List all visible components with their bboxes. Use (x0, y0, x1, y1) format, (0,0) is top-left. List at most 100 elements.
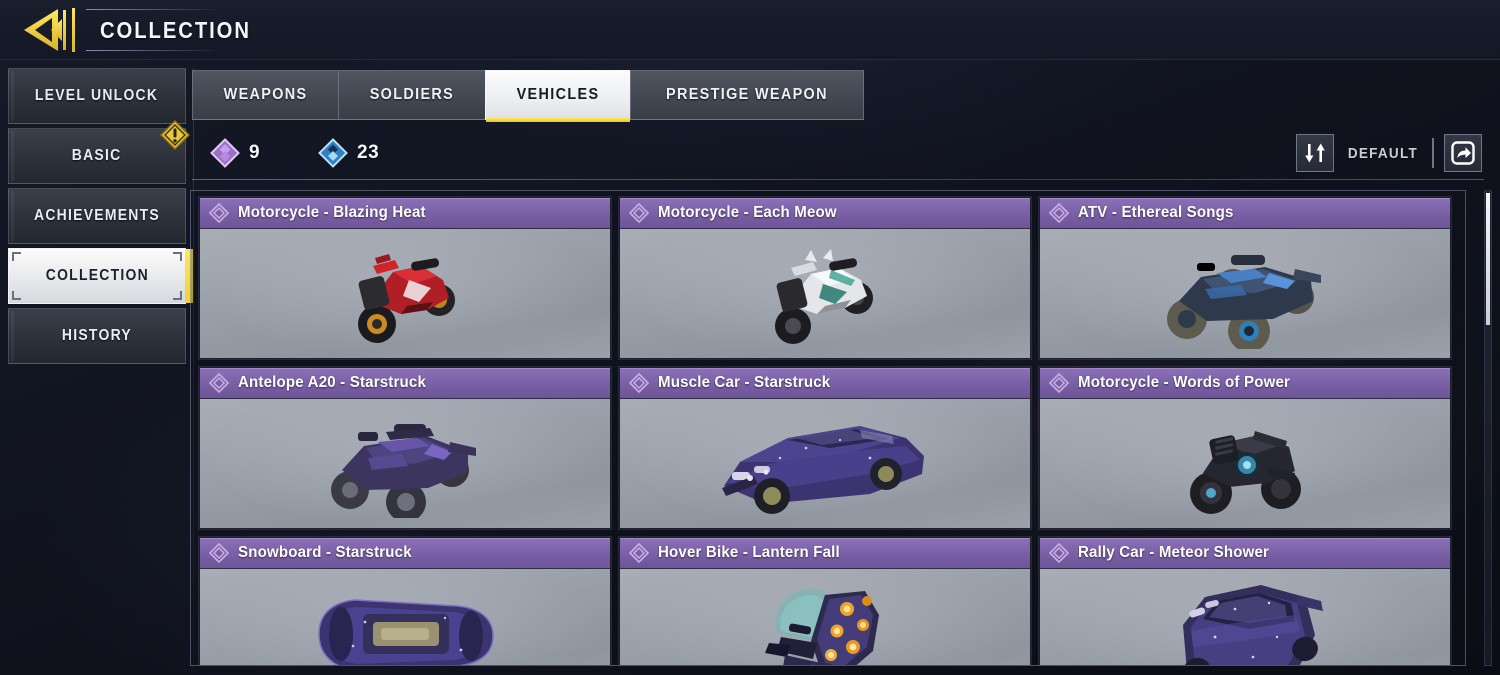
collection-card[interactable]: ATV - Ethereal Songs (1039, 197, 1459, 367)
card-title: Antelope A20 - Starstruck (238, 374, 427, 391)
card-header: Antelope A20 - Starstruck (200, 368, 610, 399)
rarity-diamond-icon (629, 543, 649, 563)
card-preview (200, 569, 610, 665)
sidebar: LEVEL UNLOCK BASIC ACHIEVEMENTS COLLECTI… (8, 68, 194, 668)
sidebar-item-level-unlock[interactable]: LEVEL UNLOCK (8, 68, 186, 124)
card-title: Motorcycle - Words of Power (1078, 374, 1291, 391)
rarity-diamond-icon (209, 203, 229, 223)
corner-bracket (173, 291, 182, 300)
page-title-wrap: COLLECTION (72, 6, 290, 54)
grid-scrollbar-track[interactable] (1484, 190, 1492, 666)
sort-controls: DEFAULT (1296, 134, 1482, 172)
app-header: COLLECTION (0, 0, 1500, 60)
sidebar-item-label: HISTORY (61, 327, 133, 344)
card-preview (620, 229, 1030, 358)
vehicle-render (722, 425, 924, 514)
rarity-diamond-icon (209, 543, 229, 563)
currency-toolbar: 9 23 DEFAULT (192, 128, 1484, 180)
vehicle-render (765, 588, 879, 665)
collection-grid: Motorcycle - Blazing Heat Motorcycle - E… (199, 197, 1459, 665)
card-title: ATV - Ethereal Songs (1078, 204, 1234, 221)
tab-vehicles[interactable]: VEHICLES (484, 70, 631, 122)
sort-arrows-icon (1305, 143, 1325, 163)
collection-card[interactable]: Motorcycle - Blazing Heat (199, 197, 619, 367)
tab-soldiers[interactable]: SOLDIERS (338, 70, 485, 120)
vehicle-render (1167, 254, 1321, 349)
sidebar-item-label: ACHIEVEMENTS (34, 207, 160, 224)
tab-label: VEHICLES (516, 86, 600, 103)
card-preview (1040, 229, 1450, 358)
back-button[interactable] (18, 5, 70, 55)
card-header: Motorcycle - Blazing Heat (200, 198, 610, 229)
card-title: Motorcycle - Blazing Heat (238, 204, 426, 221)
card-preview (200, 399, 610, 528)
card-header: Hover Bike - Lantern Fall (620, 538, 1030, 569)
corner-bracket (12, 252, 21, 261)
collection-grid-panel: Motorcycle - Blazing Heat Motorcycle - E… (190, 190, 1466, 666)
tab-label: SOLDIERS (369, 86, 455, 103)
rarity-diamond-icon (1049, 543, 1069, 563)
corner-bracket (12, 291, 21, 300)
collection-card[interactable]: Rally Car - Meteor Shower (1039, 537, 1459, 665)
sidebar-item-collection[interactable]: COLLECTION (8, 248, 193, 304)
card-preview (1040, 399, 1450, 528)
currency-purple: 9 (210, 138, 260, 168)
card-title: Hover Bike - Lantern Fall (658, 544, 840, 561)
grid-scrollbar-thumb[interactable] (1486, 193, 1490, 325)
vehicle-render (318, 598, 494, 665)
purple-diamond-icon (210, 138, 240, 168)
sort-mode-label[interactable]: DEFAULT (1348, 145, 1418, 162)
blue-diamond-icon (318, 138, 348, 168)
back-arrow-icon (24, 9, 66, 51)
card-header: Snowboard - Starstruck (200, 538, 610, 569)
tab-weapons[interactable]: WEAPONS (192, 70, 339, 120)
collection-card[interactable]: Motorcycle - Words of Power (1039, 367, 1459, 537)
card-preview (200, 229, 610, 358)
rarity-diamond-icon (1049, 373, 1069, 393)
sort-button[interactable] (1296, 134, 1335, 172)
tab-prestige-weapon[interactable]: PRESTIGE WEAPON (629, 70, 864, 120)
sidebar-item-label: COLLECTION (45, 267, 149, 284)
card-title: Muscle Car - Starstruck (658, 374, 831, 391)
rarity-diamond-icon (1049, 203, 1069, 223)
card-preview (1040, 569, 1450, 665)
rarity-diamond-icon (629, 203, 649, 223)
vehicle-render (358, 253, 455, 343)
vehicle-render (1183, 584, 1323, 665)
corner-bracket (173, 252, 182, 261)
currency-blue-value: 23 (357, 142, 380, 163)
tab-bar: WEAPONS SOLDIERS VEHICLES PRESTIGE WEAPO… (192, 70, 864, 122)
share-export-icon (1451, 141, 1475, 165)
sidebar-item-basic[interactable]: BASIC (8, 119, 191, 184)
card-title: Motorcycle - Each Meow (658, 204, 837, 221)
sidebar-item-label: BASIC (72, 147, 122, 164)
collection-card[interactable]: Hover Bike - Lantern Fall (619, 537, 1039, 665)
sidebar-item-achievements[interactable]: ACHIEVEMENTS (8, 188, 186, 244)
card-header: Motorcycle - Each Meow (620, 198, 1030, 229)
card-preview (620, 569, 1030, 665)
card-preview (620, 399, 1030, 528)
title-rule-bottom (86, 50, 214, 51)
toolbar-divider (1432, 138, 1434, 168)
card-header: Motorcycle - Words of Power (1040, 368, 1450, 399)
card-title: Rally Car - Meteor Shower (1078, 544, 1270, 561)
tab-label: PRESTIGE WEAPON (665, 86, 828, 103)
currency-purple-value: 9 (249, 142, 261, 163)
card-title: Snowboard - Starstruck (238, 544, 412, 561)
card-header: Muscle Car - Starstruck (620, 368, 1030, 399)
card-header: ATV - Ethereal Songs (1040, 198, 1450, 229)
alert-exclamation-icon (159, 119, 191, 151)
share-button[interactable] (1444, 134, 1482, 172)
vehicle-render (331, 423, 476, 518)
sidebar-item-history[interactable]: HISTORY (8, 308, 186, 364)
vehicle-render (1190, 430, 1301, 514)
collection-card[interactable]: Antelope A20 - Starstruck (199, 367, 619, 537)
collection-card[interactable]: Motorcycle - Each Meow (619, 197, 1039, 367)
page-title: COLLECTION (100, 17, 251, 43)
tab-label: WEAPONS (223, 86, 308, 103)
currency-blue: 23 (318, 138, 379, 168)
collection-card[interactable]: Snowboard - Starstruck (199, 537, 619, 665)
rarity-diamond-icon (629, 373, 649, 393)
card-header: Rally Car - Meteor Shower (1040, 538, 1450, 569)
collection-card[interactable]: Muscle Car - Starstruck (619, 367, 1039, 537)
